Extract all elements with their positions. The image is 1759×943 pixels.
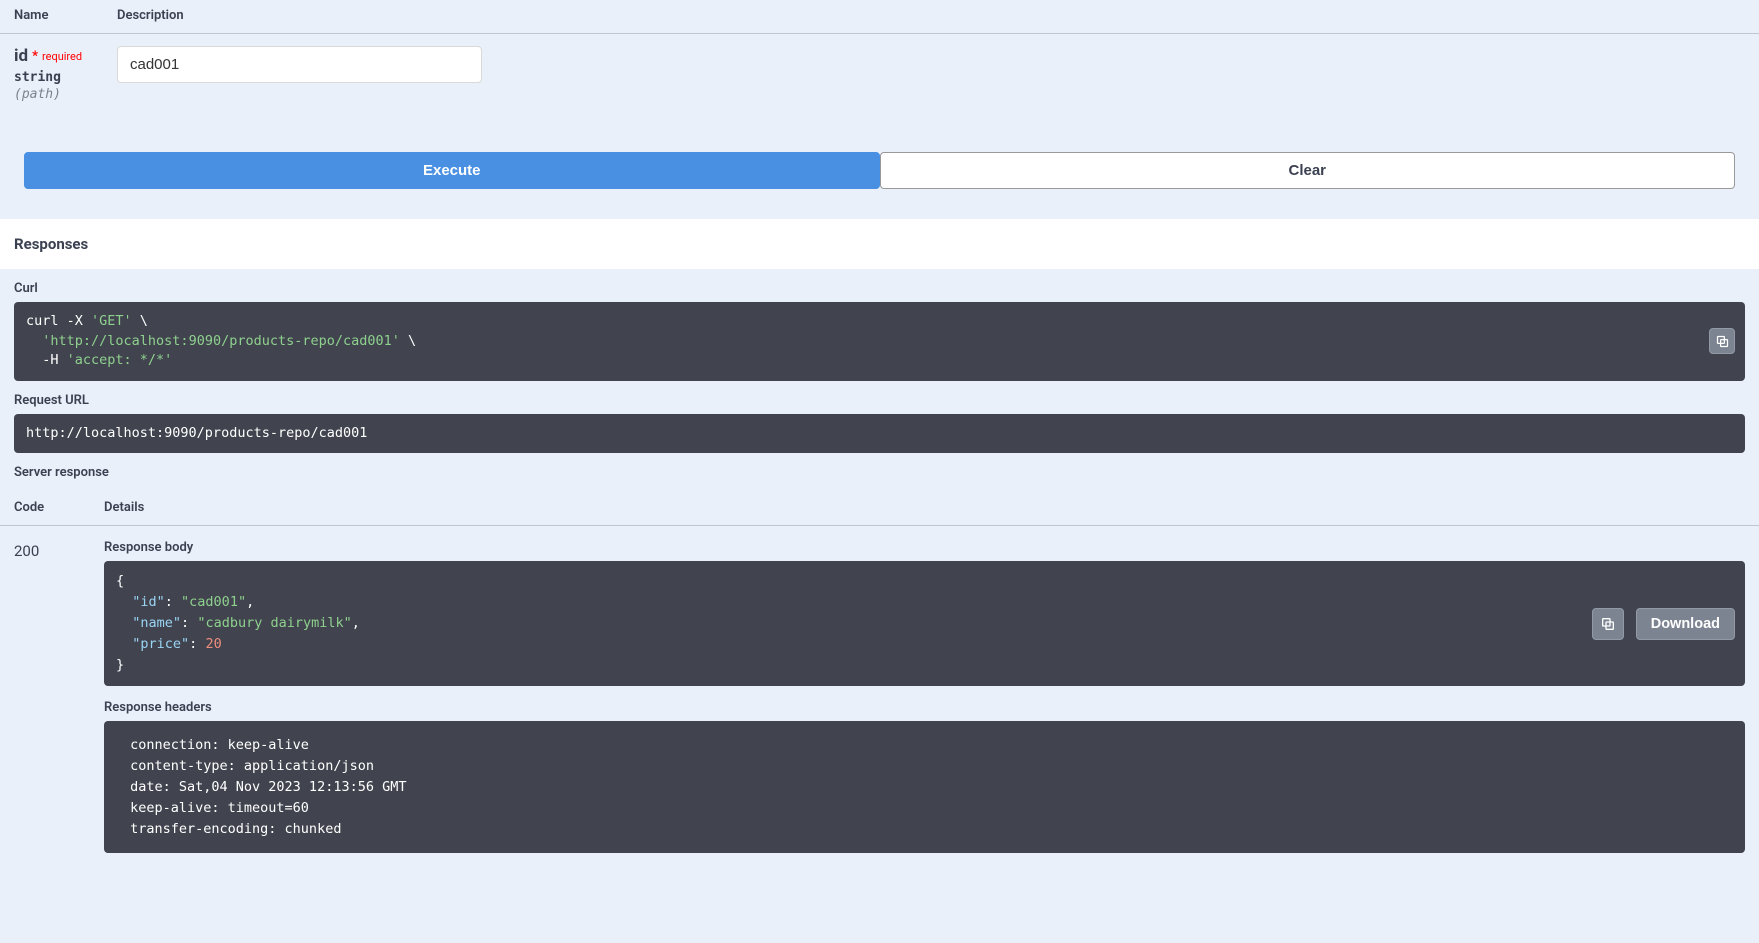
- param-type: string: [14, 70, 117, 85]
- responses-heading: Responses: [0, 219, 1759, 269]
- required-star-icon: *: [32, 49, 38, 64]
- curl-label: Curl: [0, 269, 1759, 302]
- request-url-block: http://localhost:9090/products-repo/cad0…: [14, 414, 1745, 454]
- col-header-code: Code: [14, 500, 104, 515]
- request-url-label: Request URL: [0, 381, 1759, 414]
- col-header-description: Description: [117, 8, 1745, 23]
- param-row-id: id * required string (path): [0, 34, 1759, 152]
- response-body-label: Response body: [104, 540, 1745, 555]
- param-name-text: id: [14, 46, 28, 66]
- required-label: required: [42, 50, 82, 63]
- col-header-details: Details: [104, 500, 1745, 515]
- response-headers-label: Response headers: [104, 700, 1745, 715]
- response-headers-block: connection: keep-alive content-type: app…: [104, 721, 1745, 854]
- copy-curl-icon[interactable]: [1709, 328, 1735, 354]
- param-id-input[interactable]: [117, 46, 482, 83]
- clear-button[interactable]: Clear: [880, 152, 1736, 189]
- col-header-name: Name: [14, 8, 117, 23]
- server-response-label: Server response: [0, 453, 1759, 486]
- download-button[interactable]: Download: [1636, 608, 1735, 640]
- response-row: 200 Response body { "id": "cad001", "nam…: [0, 526, 1759, 893]
- curl-block: curl -X 'GET' \ 'http://localhost:9090/p…: [14, 302, 1745, 381]
- param-name: id * required: [14, 46, 117, 66]
- response-body-block: { "id": "cad001", "name": "cadbury dairy…: [104, 561, 1745, 686]
- response-table-header: Code Details: [0, 490, 1759, 526]
- params-table-header: Name Description: [0, 0, 1759, 34]
- copy-body-icon[interactable]: [1592, 608, 1624, 640]
- execute-button[interactable]: Execute: [24, 152, 880, 189]
- param-location: (path): [14, 87, 117, 102]
- response-code: 200: [14, 540, 104, 560]
